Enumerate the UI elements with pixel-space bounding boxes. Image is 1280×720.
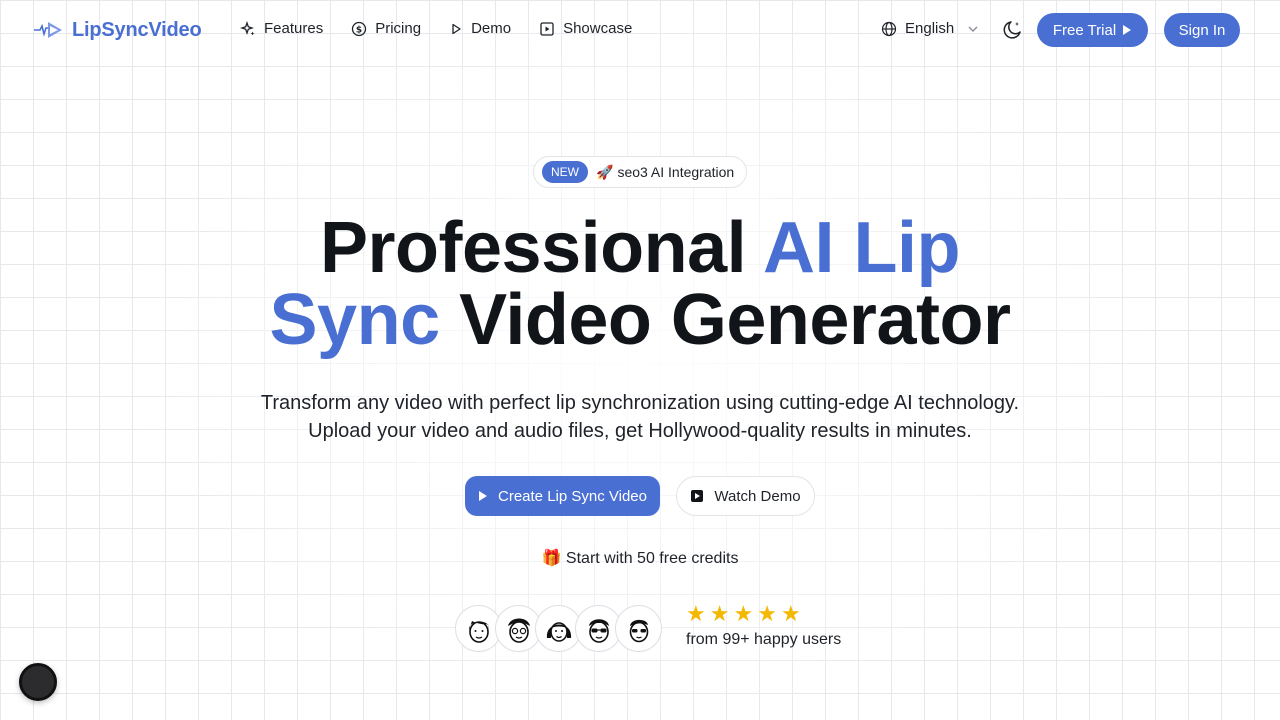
free-credits-note: 🎁 Start with 50 free credits [0,548,1280,568]
rocket-icon: 🚀 [596,163,614,180]
chevron-down-icon [968,26,978,32]
announcement-badge[interactable]: NEW 🚀 seo3 AI Integration [533,156,747,188]
rating-stars: ★ ★ ★ ★ ★ [686,603,801,625]
nav-item-pricing[interactable]: $ Pricing [351,20,421,37]
hero-title-accent2: Sync [269,280,441,360]
hero-title: Professional AI Lip Sync Video Generator [0,212,1280,356]
brand-logo[interactable]: LipSyncVideo [32,16,202,44]
language-label: English [905,20,955,37]
user-face-icon [629,619,648,642]
create-lip-sync-button[interactable]: Create Lip Sync Video [465,476,660,516]
main-nav: Features $ Pricing Demo Showcase [240,20,632,37]
watch-demo-button[interactable]: Watch Demo [676,476,815,516]
hero-title-part2: Video Generator [439,280,1011,360]
sparkles-icon [240,20,255,35]
user-face-icon [588,618,609,643]
nav-item-showcase[interactable]: Showcase [539,20,632,37]
free-trial-label: Free Trial [1052,21,1117,39]
user-face-icon [546,621,571,642]
play-square-icon [691,490,704,502]
hero-title-part1: Professional [320,208,763,288]
chat-widget-button[interactable] [19,663,57,701]
user-face-icon [507,618,530,643]
hero-title-accent1: AI Lip [763,208,960,288]
hero-subtitle-line2: Upload your video and audio files, get H… [308,420,972,442]
star-icon: ★ [757,601,777,626]
play-icon [452,23,461,34]
nav-item-demo[interactable]: Demo [449,20,511,37]
moon-stars-icon [1003,21,1021,39]
waveform-logo-icon [34,22,62,38]
nav-label-showcase: Showcase [563,20,633,37]
dollar-circle-icon: $ [352,21,367,36]
play-square-icon [540,21,554,36]
watch-demo-label: Watch Demo [714,487,801,505]
svg-text:$: $ [356,25,362,35]
brand-name: LipSyncVideo [72,18,202,41]
gift-icon: 🎁 [541,550,562,567]
nav-label-demo: Demo [471,20,512,37]
user-avatars [455,605,662,652]
sign-in-button[interactable]: Sign In [1164,13,1240,47]
user-face-icon [468,620,489,643]
play-icon [479,491,487,501]
avatar [615,605,662,652]
nav-item-features[interactable]: Features [240,20,323,37]
nav-label-features: Features [264,20,324,37]
badge-text: seo3 AI Integration [617,164,735,180]
star-icon: ★ [686,601,706,626]
star-icon: ★ [709,601,730,626]
play-icon [1123,25,1132,35]
star-icon: ★ [733,601,754,626]
globe-icon [881,21,897,36]
hero-subtitle-line1: Transform any video with perfect lip syn… [260,392,1020,414]
create-lip-sync-label: Create Lip Sync Video [498,487,647,505]
top-navbar: LipSyncVideo Features $ Pricing Demo Sho… [0,0,1280,62]
nav-label-pricing: Pricing [375,20,422,37]
sign-in-label: Sign In [1178,21,1226,39]
free-trial-button[interactable]: Free Trial [1037,13,1148,47]
theme-toggle[interactable] [1001,19,1023,46]
new-badge: NEW [542,161,588,183]
hero-subtitle: Transform any video with perfect lip syn… [0,389,1280,445]
star-icon: ★ [780,601,801,626]
free-credits-text: Start with 50 free credits [565,550,739,567]
happy-users-text: from 99+ happy users [686,631,842,648]
language-selector[interactable]: English [881,20,980,37]
